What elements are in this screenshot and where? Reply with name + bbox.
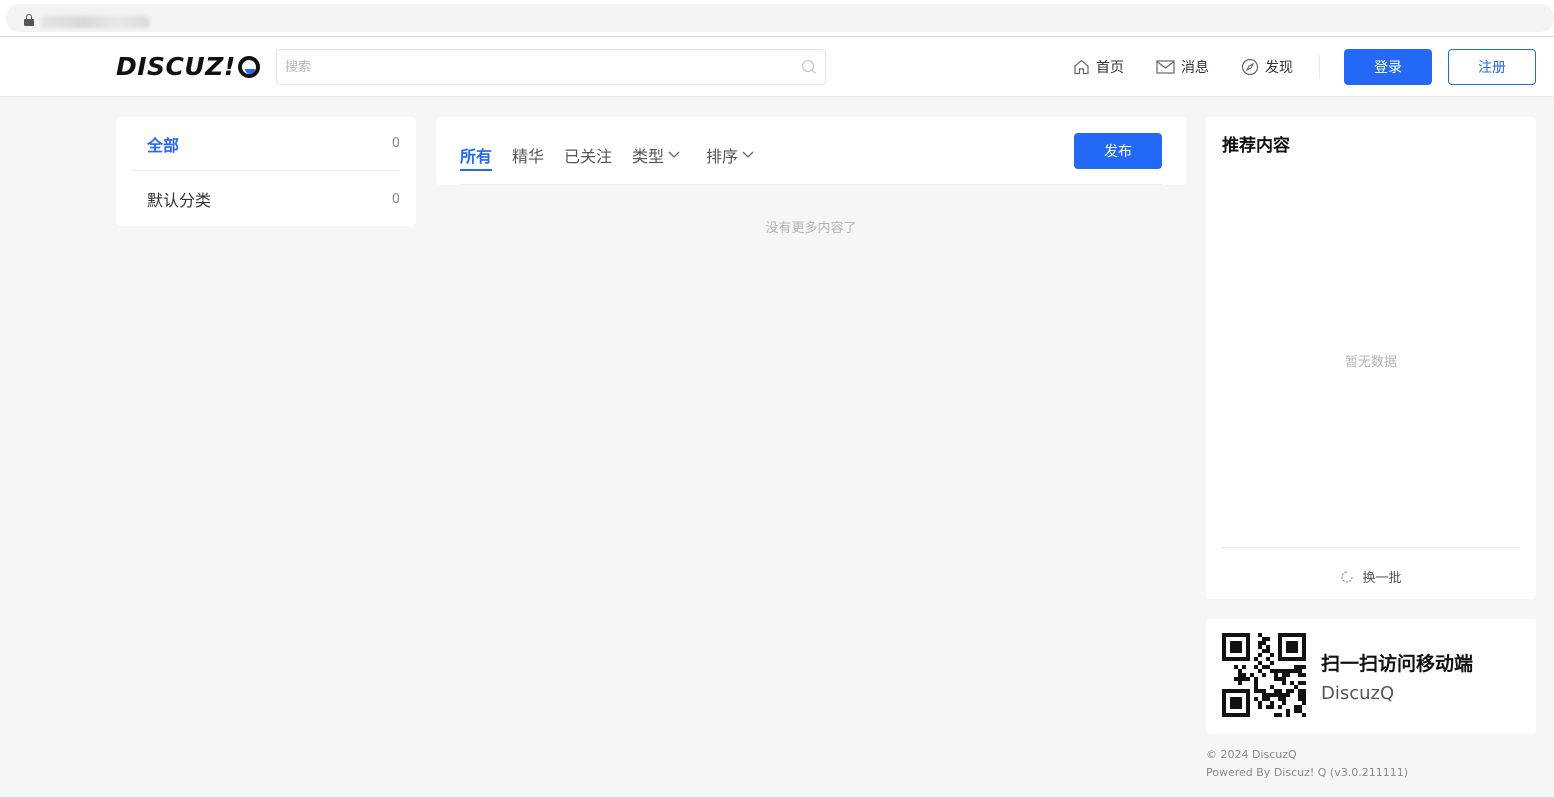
tab-all[interactable]: 所有 [460, 141, 493, 171]
qr-code-image [1222, 633, 1306, 717]
nav-messages-label: 消息 [1181, 60, 1209, 76]
compass-icon [1241, 58, 1259, 76]
refresh-button[interactable]: 换一批 [1206, 567, 1536, 586]
lock-icon [24, 14, 34, 26]
tab-type[interactable]: 类型 [632, 141, 680, 169]
content-tabs-panel: 所有 精华 已关注 类型 排序 发布 [436, 117, 1186, 185]
qr-title: 扫一扫访问移动端 [1321, 653, 1474, 675]
tab-sort-label: 排序 [706, 147, 739, 166]
tab-sort[interactable]: 排序 [706, 141, 754, 169]
url-field[interactable] [6, 4, 1554, 32]
category-count: 0 [391, 191, 400, 207]
search-box [276, 49, 826, 85]
logo-q-icon [237, 56, 260, 78]
nav-home-label: 首页 [1096, 60, 1124, 76]
nav-discover[interactable]: 发现 [1241, 57, 1293, 77]
tab-type-label: 类型 [632, 147, 665, 166]
nav-home[interactable]: 首页 [1073, 57, 1124, 77]
footer: © 2024 DiscuzQ Powered By Discuz! Q (v3.… [1206, 746, 1408, 782]
search-input[interactable] [285, 50, 785, 84]
home-icon [1074, 59, 1089, 75]
recommend-empty-text: 暂无数据 [1344, 355, 1397, 370]
search-icon[interactable] [801, 59, 817, 75]
tab-essence[interactable]: 精华 [512, 141, 544, 169]
refresh-label: 换一批 [1362, 571, 1402, 586]
recommend-panel: 推荐内容 暂无数据 换一批 [1206, 117, 1536, 599]
site-logo[interactable]: DISCUZ! [116, 53, 260, 81]
nav-messages[interactable]: 消息 [1156, 57, 1209, 77]
category-label: 全部 [147, 135, 180, 155]
category-item-all[interactable]: 全部 0 [132, 117, 400, 171]
mail-icon [1156, 60, 1175, 74]
no-more-content-text: 没有更多内容了 [765, 221, 857, 236]
header-divider [1319, 55, 1320, 79]
site-header: DISCUZ! 首页 消息 发现 登录 注册 [0, 37, 1554, 97]
tabs-divider [460, 184, 1162, 185]
category-count: 0 [391, 136, 400, 151]
footer-powered-by: Powered By Discuz! Q (v3.0.211111) [1206, 766, 1409, 779]
tab-following[interactable]: 已关注 [564, 141, 612, 169]
category-item-default[interactable]: 默认分类 0 [132, 172, 400, 226]
recommend-title: 推荐内容 [1222, 136, 1290, 156]
qr-subtitle: DiscuzQ [1321, 683, 1395, 704]
category-panel: 全部 0 默认分类 0 [116, 117, 416, 226]
refresh-icon [1341, 570, 1354, 583]
publish-button[interactable]: 发布 [1074, 133, 1162, 169]
chevron-down-icon [742, 151, 754, 158]
browser-address-bar [0, 0, 1554, 37]
register-button[interactable]: 注册 [1448, 49, 1536, 85]
footer-copyright: © 2024 DiscuzQ [1206, 748, 1297, 761]
login-button[interactable]: 登录 [1344, 49, 1432, 85]
category-label: 默认分类 [147, 191, 212, 210]
chevron-down-icon [668, 151, 680, 158]
url-text-redacted [40, 16, 150, 28]
nav-discover-label: 发现 [1265, 60, 1293, 76]
recommend-divider [1222, 547, 1520, 548]
qr-panel: 扫一扫访问移动端 DiscuzQ [1206, 619, 1536, 734]
